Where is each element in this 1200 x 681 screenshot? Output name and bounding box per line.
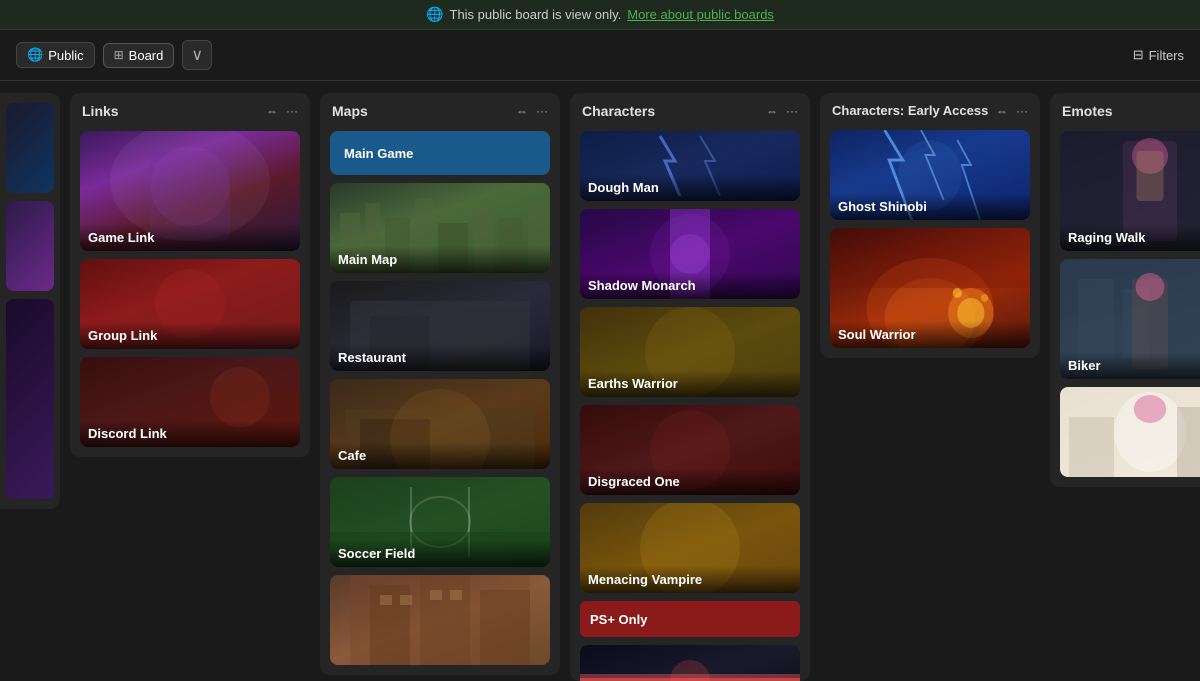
card-raging-walk[interactable]: Raging Walk xyxy=(1060,131,1200,251)
expand-icon[interactable]: ⇔ xyxy=(516,104,528,118)
card-main-game[interactable]: Main Game xyxy=(330,131,550,175)
card-restaurant-label: Restaurant xyxy=(330,344,550,371)
card-main-map-label: Main Map xyxy=(330,246,550,273)
public-label: Public xyxy=(48,48,83,63)
card-dough-man[interactable]: Dough Man xyxy=(580,131,800,201)
column-characters-early-actions: ⇔ ··· xyxy=(996,104,1028,118)
toolbar-right: ⊟ Filters xyxy=(1133,47,1184,63)
more-icon[interactable]: ··· xyxy=(786,104,798,118)
toolbar-left: 🌐 Public ⊞ Board ∨ xyxy=(16,40,1123,70)
globe-icon: 🌐 xyxy=(426,6,443,23)
more-icon[interactable]: ··· xyxy=(536,104,548,118)
notification-bar: 🌐 This public board is view only. More a… xyxy=(0,0,1200,30)
column-emotes-header: Emotes xyxy=(1060,103,1200,123)
more-icon[interactable]: ··· xyxy=(1016,104,1028,118)
toolbar: 🌐 Public ⊞ Board ∨ ⊟ Filters xyxy=(0,30,1200,81)
expand-icon[interactable]: ⇔ xyxy=(766,104,778,118)
card-main-map[interactable]: Main Map xyxy=(330,183,550,273)
column-maps: Maps ⇔ ··· Main Game xyxy=(320,93,560,675)
card-ghost-shinobi[interactable]: Ghost Shinobi xyxy=(830,130,1030,220)
card-menacing-vampire-label: Menacing Vampire xyxy=(580,566,800,593)
column-characters-title: Characters xyxy=(582,103,655,119)
card-ps-only-label: PS+ Only xyxy=(590,612,647,627)
card-biker-label: Biker xyxy=(1060,352,1200,379)
filter-icon: ⊟ xyxy=(1133,47,1144,63)
card-shadow-monarch[interactable]: Shadow Monarch xyxy=(580,209,800,299)
card-group-link[interactable]: Group Link xyxy=(80,259,300,349)
card-disgraced-one[interactable]: Disgraced One xyxy=(580,405,800,495)
chevron-button[interactable]: ∨ xyxy=(182,40,212,70)
column-characters: Characters ⇔ ··· Dough Man xyxy=(570,93,810,681)
board-icon: ⊞ xyxy=(114,48,124,62)
column-maps-header: Maps ⇔ ··· xyxy=(330,103,550,123)
partial-card-2[interactable] xyxy=(6,201,54,291)
column-maps-actions: ⇔ ··· xyxy=(516,104,548,118)
card-game-link[interactable]: Game Link xyxy=(80,131,300,251)
card-soul-warrior-label: Soul Warrior xyxy=(830,321,1030,348)
partial-card-1[interactable] xyxy=(6,103,54,193)
card-laser[interactable] xyxy=(580,645,800,681)
filters-button[interactable]: ⊟ Filters xyxy=(1133,47,1184,63)
card-soul-warrior[interactable]: Soul Warrior xyxy=(830,228,1030,348)
card-discord-link-label: Discord Link xyxy=(80,420,300,447)
card-earths-warrior-label: Earths Warrior xyxy=(580,370,800,397)
column-characters-actions: ⇔ ··· xyxy=(766,104,798,118)
card-emote-last[interactable] xyxy=(1060,387,1200,477)
card-building[interactable] xyxy=(330,575,550,665)
expand-icon[interactable]: ⇔ xyxy=(266,104,278,118)
card-cafe[interactable]: Cafe xyxy=(330,379,550,469)
card-group-link-label: Group Link xyxy=(80,322,300,349)
board-badge[interactable]: ⊞ Board xyxy=(103,43,175,68)
public-globe-icon: 🌐 xyxy=(27,47,43,63)
column-links-header: Links ⇔ ··· xyxy=(80,103,300,123)
expand-icon[interactable]: ⇔ xyxy=(996,104,1008,118)
filters-label: Filters xyxy=(1149,48,1184,63)
column-characters-header: Characters ⇔ ··· xyxy=(580,103,800,123)
column-characters-early-title: Characters: Early Access xyxy=(832,103,988,118)
card-soccer-field[interactable]: Soccer Field xyxy=(330,477,550,567)
card-game-link-label: Game Link xyxy=(80,224,300,251)
card-discord-link[interactable]: Discord Link xyxy=(80,357,300,447)
card-menacing-vampire[interactable]: Menacing Vampire xyxy=(580,503,800,593)
board-label: Board xyxy=(129,48,164,63)
column-links-title: Links xyxy=(82,103,119,119)
column-maps-title: Maps xyxy=(332,103,368,119)
learn-more-link[interactable]: More about public boards xyxy=(627,7,774,22)
column-characters-early: Characters: Early Access ⇔ ··· Ghost Shi… xyxy=(820,93,1040,358)
card-earths-warrior[interactable]: Earths Warrior xyxy=(580,307,800,397)
chevron-down-icon: ∨ xyxy=(191,47,203,64)
card-raging-walk-label: Raging Walk xyxy=(1060,224,1200,251)
column-links-actions: ⇔ ··· xyxy=(266,104,298,118)
card-main-game-label: Main Game xyxy=(344,146,413,161)
card-restaurant[interactable]: Restaurant xyxy=(330,281,550,371)
notif-text: This public board is view only. xyxy=(450,7,622,22)
public-badge[interactable]: 🌐 Public xyxy=(16,42,95,68)
card-ghost-shinobi-label: Ghost Shinobi xyxy=(830,193,1030,220)
card-cafe-label: Cafe xyxy=(330,442,550,469)
card-soccer-field-label: Soccer Field xyxy=(330,540,550,567)
card-shadow-monarch-label: Shadow Monarch xyxy=(580,272,800,299)
more-icon[interactable]: ··· xyxy=(286,104,298,118)
partial-column xyxy=(0,93,60,509)
column-emotes-title: Emotes xyxy=(1062,103,1113,119)
column-links: Links ⇔ ··· Game Link xyxy=(70,93,310,457)
card-ps-only[interactable]: PS+ Only xyxy=(580,601,800,637)
card-dough-man-label: Dough Man xyxy=(580,174,800,201)
column-characters-early-header: Characters: Early Access ⇔ ··· xyxy=(830,103,1030,122)
card-disgraced-one-label: Disgraced One xyxy=(580,468,800,495)
partial-card-3[interactable] xyxy=(6,299,54,499)
board-area: Links ⇔ ··· Game Link xyxy=(0,81,1200,681)
column-emotes: Emotes Raging Walk xyxy=(1050,93,1200,487)
card-biker[interactable]: Biker xyxy=(1060,259,1200,379)
